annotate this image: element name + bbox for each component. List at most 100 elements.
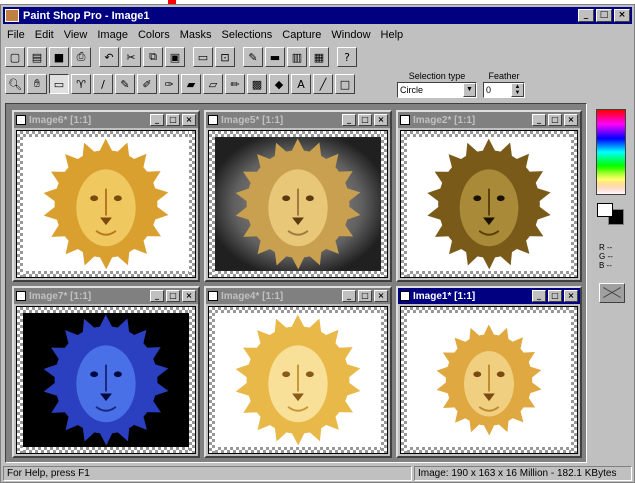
lasso-button[interactable]: ♈︎	[71, 74, 91, 94]
minimize-button[interactable]: _	[532, 114, 546, 126]
image-window-1[interactable]: Image6* [1:1] _ □ ×	[12, 110, 200, 282]
foreground-color-swatch[interactable]	[597, 203, 613, 217]
image-canvas[interactable]	[208, 130, 388, 278]
transparent-color-button[interactable]	[599, 283, 625, 303]
new-button[interactable]: ▢	[5, 47, 25, 67]
maximize-button[interactable]: □	[358, 290, 372, 302]
color-palette-button[interactable]: ▥	[287, 47, 307, 67]
fill-bucket-button[interactable]: ◆	[269, 74, 289, 94]
eraser-button[interactable]: ▱	[203, 74, 223, 94]
document-icon[interactable]	[16, 291, 26, 301]
open-button[interactable]: ▤	[27, 47, 47, 67]
image-canvas[interactable]	[400, 306, 578, 454]
brush-button[interactable]: ✎	[243, 47, 263, 67]
retouch-button[interactable]: ▰	[181, 74, 201, 94]
zoom-window-icon: ⊡	[220, 50, 230, 64]
menu-selections[interactable]: Selections	[222, 29, 273, 41]
image-window-titlebar[interactable]: Image2* [1:1] _ □ ×	[398, 112, 580, 128]
document-icon[interactable]	[208, 291, 218, 301]
menu-edit[interactable]: Edit	[35, 29, 54, 41]
image-window-5[interactable]: Image4* [1:1] _ □ ×	[204, 286, 392, 458]
color-spectrum[interactable]	[596, 109, 626, 195]
image-canvas[interactable]	[208, 306, 388, 454]
minimize-button[interactable]: _	[342, 114, 356, 126]
maximize-button[interactable]: □	[358, 114, 372, 126]
copy-button[interactable]: ⧉	[143, 47, 163, 67]
tool-palette-button[interactable]: ▬	[265, 47, 285, 67]
color-replacer-button[interactable]: ✑	[159, 74, 179, 94]
hand-button[interactable]: ✋︎	[27, 74, 47, 94]
minimize-button[interactable]: _	[150, 290, 164, 302]
close-button[interactable]: ×	[374, 290, 388, 302]
transparency-border	[17, 131, 195, 137]
maximize-button[interactable]: □	[548, 114, 562, 126]
eyedropper-button[interactable]: /	[93, 74, 113, 94]
paintbrush-button[interactable]: ✎	[115, 74, 135, 94]
feather-value[interactable]: 0	[484, 83, 511, 97]
close-button[interactable]: ×	[564, 290, 578, 302]
screen-capture-button[interactable]: ▭	[193, 47, 213, 67]
spin-arrows-icon[interactable]: ▲ ▼	[511, 83, 524, 97]
shape-button[interactable]: □	[335, 74, 355, 94]
document-icon[interactable]	[16, 115, 26, 125]
flood-fill-icon: ▩	[251, 77, 263, 91]
menu-view[interactable]: View	[64, 29, 88, 41]
image-window-titlebar[interactable]: Image5* [1:1] _ □ ×	[206, 112, 390, 128]
image-window-titlebar[interactable]: Image6* [1:1] _ □ ×	[14, 112, 198, 128]
paste-button[interactable]: ▣	[165, 47, 185, 67]
save-button[interactable]: ■	[49, 47, 69, 67]
line-button[interactable]: ╱	[313, 74, 333, 94]
minimize-button[interactable]: _	[532, 290, 546, 302]
spray-button[interactable]: ✏	[225, 74, 245, 94]
text-button[interactable]: A	[291, 74, 311, 94]
chevron-down-icon[interactable]: ▼	[463, 83, 476, 97]
title-bar[interactable]: Paint Shop Pro - Image1 _ □ ×	[3, 7, 632, 24]
image-window-titlebar[interactable]: Image1* [1:1] _ □ ×	[398, 288, 580, 304]
document-icon[interactable]	[400, 291, 410, 301]
image-button[interactable]: ▦	[309, 47, 329, 67]
undo-button[interactable]: ↶	[99, 47, 119, 67]
menu-window[interactable]: Window	[331, 29, 370, 41]
maximize-button[interactable]: □	[548, 290, 562, 302]
close-button[interactable]: ×	[182, 290, 196, 302]
close-button[interactable]: ×	[374, 114, 388, 126]
minimize-button[interactable]: _	[342, 290, 356, 302]
print-button[interactable]: ⎙	[71, 47, 91, 67]
menu-capture[interactable]: Capture	[282, 29, 321, 41]
app-icon[interactable]	[5, 9, 19, 22]
menu-image[interactable]: Image	[97, 29, 128, 41]
help-button[interactable]: ?	[337, 47, 357, 67]
maximize-button[interactable]: □	[596, 9, 612, 22]
selection-type-dropdown[interactable]: Circle ▼	[397, 82, 477, 98]
menu-colors[interactable]: Colors	[138, 29, 170, 41]
selection-button[interactable]: ▭	[49, 74, 69, 94]
menu-help[interactable]: Help	[381, 29, 404, 41]
image-window-titlebar[interactable]: Image4* [1:1] _ □ ×	[206, 288, 390, 304]
transparency-border	[401, 271, 577, 277]
menu-masks[interactable]: Masks	[180, 29, 212, 41]
close-button[interactable]: ×	[614, 9, 630, 22]
feather-stepper[interactable]: 0 ▲ ▼	[483, 82, 525, 98]
clone-button[interactable]: ✐	[137, 74, 157, 94]
minimize-button[interactable]: _	[150, 114, 164, 126]
menu-file[interactable]: File	[7, 29, 25, 41]
flood-fill-button[interactable]: ▩	[247, 74, 267, 94]
zoom-window-button[interactable]: ⊡	[215, 47, 235, 67]
image-window-titlebar[interactable]: Image7* [1:1] _ □ ×	[14, 288, 198, 304]
close-button[interactable]: ×	[182, 114, 196, 126]
close-button[interactable]: ×	[564, 114, 578, 126]
maximize-button[interactable]: □	[166, 114, 180, 126]
document-icon[interactable]	[208, 115, 218, 125]
image-canvas[interactable]	[16, 130, 196, 278]
zoom-button[interactable]: 🔍︎	[5, 74, 25, 94]
image-window-6[interactable]: Image1* [1:1] _ □ ×	[396, 286, 582, 458]
image-window-2[interactable]: Image5* [1:1] _ □ ×	[204, 110, 392, 282]
image-canvas[interactable]	[400, 130, 578, 278]
image-canvas[interactable]	[16, 306, 196, 454]
minimize-button[interactable]: _	[578, 9, 594, 22]
document-icon[interactable]	[400, 115, 410, 125]
image-window-3[interactable]: Image2* [1:1] _ □ ×	[396, 110, 582, 282]
cut-button[interactable]: ✂	[121, 47, 141, 67]
maximize-button[interactable]: □	[166, 290, 180, 302]
image-window-4[interactable]: Image7* [1:1] _ □ ×	[12, 286, 200, 458]
